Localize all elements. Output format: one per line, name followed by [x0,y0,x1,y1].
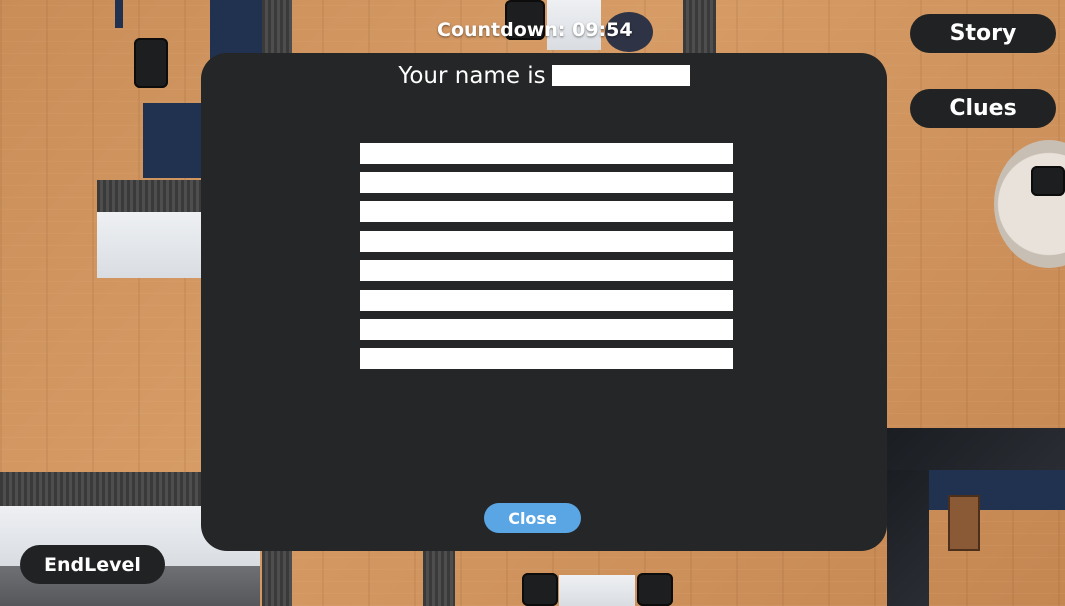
endlevel-button-label: EndLevel [44,553,141,576]
redacted-text-line [360,143,733,164]
office-chair [637,573,673,606]
character-modal: Your name is Close [201,53,887,551]
clues-button-label: Clues [949,96,1017,121]
endlevel-button[interactable]: EndLevel [20,545,165,584]
dark-carpet-strip [0,472,201,506]
dark-carpet-strip [423,550,455,606]
modal-title-prefix: Your name is [398,63,546,89]
marble-counter [887,470,929,606]
story-button-label: Story [949,21,1017,46]
redacted-name-box [551,65,690,86]
office-chair [134,38,168,88]
dark-carpet-strip [97,180,201,212]
modal-title: Your name is [201,63,887,89]
wooden-stool [948,495,980,551]
redacted-text-line [360,260,733,281]
close-button-label: Close [508,508,557,528]
story-button[interactable]: Story [910,14,1056,53]
redacted-text-line [360,319,733,340]
redacted-text-line [360,172,733,193]
office-chair [522,573,558,606]
navy-cabinet [115,0,123,28]
white-table [559,575,635,606]
dark-carpet-strip [262,0,292,60]
clues-button[interactable]: Clues [910,89,1056,128]
countdown-label: Countdown: [437,19,566,41]
white-desk [97,212,201,278]
navy-cabinet [210,0,270,60]
close-button[interactable]: Close [484,503,581,533]
redacted-text-line [360,201,733,222]
redacted-text-line [360,290,733,311]
dark-carpet-strip [683,0,716,55]
redacted-text-line [360,231,733,252]
redacted-text-line [360,348,733,369]
round-table [994,140,1065,268]
navy-cabinet [143,103,201,178]
dark-carpet-strip [262,550,292,606]
countdown-timer: Countdown: 09:54 [437,19,633,41]
countdown-value: 09:54 [572,19,633,41]
office-chair [1031,166,1065,196]
